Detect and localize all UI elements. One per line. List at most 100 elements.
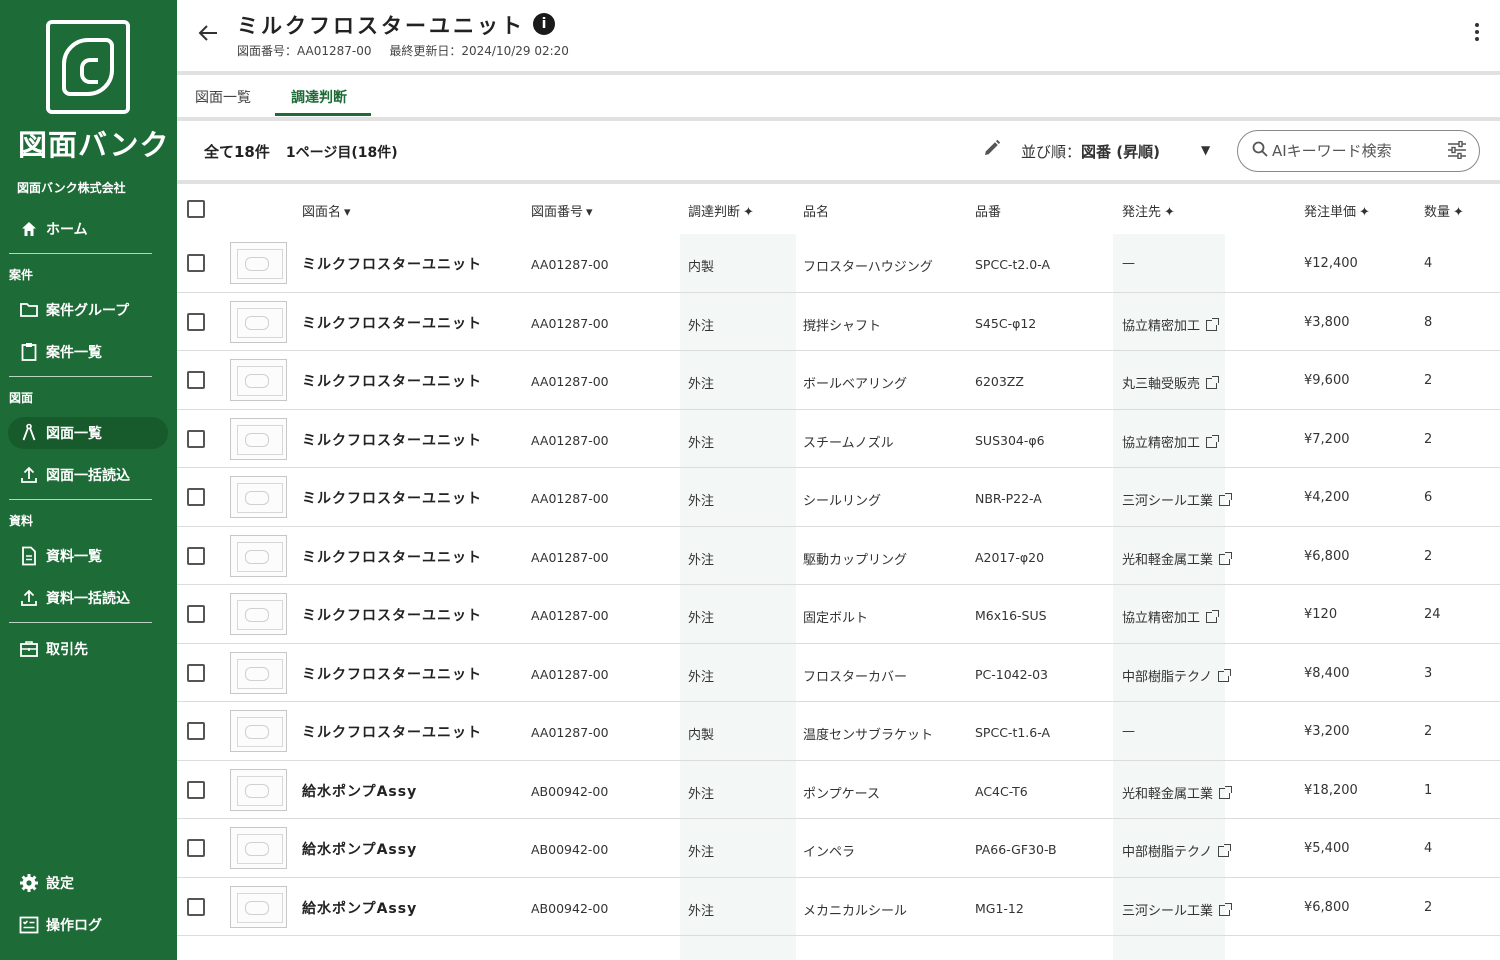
drawing-thumbnail[interactable] [230, 593, 287, 635]
external-link-icon[interactable] [1219, 785, 1233, 799]
search-input[interactable] [1272, 142, 1432, 160]
external-link-icon[interactable] [1206, 317, 1220, 331]
supplier[interactable]: 光和軽金属工業 [1122, 549, 1233, 568]
column-header-supplier[interactable]: 発注先 ✦ [1122, 201, 1175, 220]
table-row[interactable]: ミルクフロスターユニット AA01287-00 内製 温度センサブラケット SPCC-t… [177, 702, 1500, 761]
table-row[interactable]: 給水ポンプAssy AB00942-00 外注 メカニカルシール MG1-12 三河シール… [177, 878, 1500, 936]
drawing-thumbnail[interactable] [230, 885, 287, 928]
sidebar-item-settings[interactable]: 設定 [8, 867, 168, 899]
app-logo[interactable]: 図面バンク [18, 18, 168, 162]
ai-keyword-search[interactable] [1237, 130, 1480, 172]
drawing-thumbnail[interactable] [230, 359, 287, 401]
procurement-decision[interactable]: 外注 [688, 315, 714, 334]
row-checkbox[interactable] [187, 605, 205, 623]
table-row[interactable]: 給水ポンプAssy AB00942-00 外注 ポンプケース AC4C-T6 光和軽金属工… [177, 761, 1500, 819]
drawing-thumbnail[interactable] [230, 534, 287, 577]
info-icon[interactable]: i [533, 13, 555, 35]
external-link-icon[interactable] [1206, 376, 1220, 389]
row-checkbox[interactable] [187, 312, 205, 331]
column-header-drawing-number[interactable]: 図面番号 ▾ [531, 201, 593, 220]
drawing-thumbnail[interactable] [230, 651, 287, 694]
external-link-icon[interactable] [1218, 844, 1232, 857]
external-link-icon[interactable] [1219, 493, 1233, 506]
procurement-decision[interactable]: 外注 [688, 783, 714, 802]
external-link-icon[interactable] [1219, 551, 1233, 565]
table-row[interactable]: ミルクフロスターユニット AA01287-00 外注 撹拌シャフト S45C-φ12 協立… [177, 293, 1500, 351]
external-link-icon[interactable] [1219, 902, 1233, 916]
row-checkbox[interactable] [187, 546, 205, 565]
supplier[interactable]: 三河シール工業 [1122, 490, 1233, 509]
external-link-icon[interactable] [1206, 434, 1220, 448]
table-row[interactable]: ミルクフロスターユニット AA01287-00 外注 ボールベアリング 6203ZZ 丸三… [177, 351, 1500, 410]
supplier[interactable]: 三河シール工業 [1122, 900, 1233, 919]
drawing-thumbnail[interactable] [230, 827, 287, 869]
procurement-decision[interactable]: 内製 [688, 256, 714, 275]
row-checkbox[interactable] [187, 429, 205, 448]
procurement-decision[interactable]: 外注 [688, 549, 714, 568]
select-all-checkbox[interactable] [187, 200, 205, 218]
drawing-name[interactable]: ミルクフロスターユニット [302, 664, 482, 684]
row-checkbox[interactable] [187, 663, 205, 682]
external-link-icon[interactable] [1206, 610, 1220, 623]
supplier[interactable]: 中部樹脂テクノ [1122, 841, 1232, 860]
drawing-name[interactable]: 給水ポンプAssy [302, 898, 417, 918]
supplier[interactable]: 協立精密加工 [1122, 607, 1220, 626]
drawing-name[interactable]: 給水ポンプAssy [302, 781, 417, 801]
drawing-thumbnail[interactable] [230, 300, 287, 343]
row-checkbox[interactable] [187, 897, 205, 916]
drawing-name[interactable]: ミルクフロスターユニット [302, 547, 482, 567]
drawing-name[interactable]: ミルクフロスターユニット [302, 605, 482, 625]
tab-procurement-decision[interactable]: 調達判断 [291, 87, 347, 107]
procurement-decision[interactable]: 外注 [688, 373, 714, 392]
procurement-decision[interactable]: 外注 [688, 490, 714, 509]
procurement-decision[interactable]: 外注 [688, 666, 714, 685]
pencil-icon[interactable] [983, 139, 1005, 161]
more-menu-button[interactable] [1474, 22, 1480, 47]
column-header-procurement[interactable]: 調達判断 ✦ [688, 201, 754, 220]
table-row[interactable]: ミルクフロスターユニット AA01287-00 外注 駆動カップリング A2017-φ2… [177, 527, 1500, 585]
supplier[interactable]: 丸三軸受販売 [1122, 373, 1220, 392]
column-header-part-number[interactable]: 品番 [975, 201, 1001, 220]
tab-drawing-list[interactable]: 図面一覧 [195, 87, 251, 107]
sidebar-item-home[interactable]: ホーム [8, 213, 168, 245]
row-checkbox[interactable] [187, 254, 205, 272]
drawing-name[interactable]: 給水ポンプAssy [302, 839, 417, 859]
sidebar-item-material-bulk-import[interactable]: 資料一括読込 [8, 582, 168, 614]
sidebar-item-material-list[interactable]: 資料一覧 [8, 540, 168, 572]
drawing-name[interactable]: ミルクフロスターユニット [302, 313, 482, 333]
row-checkbox[interactable] [187, 780, 205, 799]
column-header-drawing-name[interactable]: 図面名 ▾ [302, 201, 351, 220]
procurement-decision[interactable]: 外注 [688, 900, 714, 919]
supplier[interactable]: 光和軽金属工業 [1122, 783, 1233, 802]
drawing-name[interactable]: ミルクフロスターユニット [302, 371, 482, 391]
column-header-item-name[interactable]: 品名 [803, 201, 829, 220]
column-header-quantity[interactable]: 数量 ✦ [1424, 201, 1464, 220]
table-row[interactable]: 給水ポンプAssy AB00942-00 外注 インペラ PA66-GF30-B 中部樹脂… [177, 819, 1500, 878]
supplier[interactable]: 協立精密加工 [1122, 315, 1220, 334]
table-row[interactable]: ミルクフロスターユニット AA01287-00 外注 シールリング NBR-P22-A 三… [177, 468, 1500, 527]
table-row[interactable]: ミルクフロスターユニット AA01287-00 外注 固定ボルト M6x16-SUS 協立… [177, 585, 1500, 644]
column-header-unit-price[interactable]: 発注単価 ✦ [1304, 201, 1370, 220]
row-checkbox[interactable] [187, 839, 205, 857]
drawing-name[interactable]: ミルクフロスターユニット [302, 430, 482, 450]
row-checkbox[interactable] [187, 371, 205, 389]
external-link-icon[interactable] [1218, 668, 1232, 682]
procurement-decision[interactable]: 外注 [688, 607, 714, 626]
supplier[interactable]: 中部樹脂テクノ [1122, 666, 1232, 685]
sidebar-item-case-list[interactable]: 案件一覧 [8, 336, 168, 368]
row-checkbox[interactable] [187, 722, 205, 740]
table-row[interactable]: ミルクフロスターユニット AA01287-00 外注 フロスターカバー PC-1042-… [177, 644, 1500, 702]
drawing-thumbnail[interactable] [230, 476, 287, 518]
drawing-name[interactable]: ミルクフロスターユニット [302, 488, 482, 508]
table-row[interactable]: ミルクフロスターユニット AA01287-00 外注 スチームノズル SUS304-φ6… [177, 410, 1500, 468]
drawing-thumbnail[interactable] [230, 710, 287, 752]
sort-selector[interactable]: 並び順：図番 (昇順) [1021, 141, 1160, 162]
back-button[interactable] [195, 20, 221, 46]
row-checkbox[interactable] [187, 488, 205, 506]
sidebar-item-drawing-list[interactable]: 図面一覧 [8, 417, 168, 449]
caret-down-icon[interactable]: ▼ [1201, 143, 1210, 157]
procurement-decision[interactable]: 内製 [688, 724, 714, 743]
drawing-name[interactable]: ミルクフロスターユニット [302, 722, 482, 742]
sidebar-item-operation-log[interactable]: 操作ログ [8, 909, 168, 941]
procurement-decision[interactable]: 外注 [688, 432, 714, 451]
